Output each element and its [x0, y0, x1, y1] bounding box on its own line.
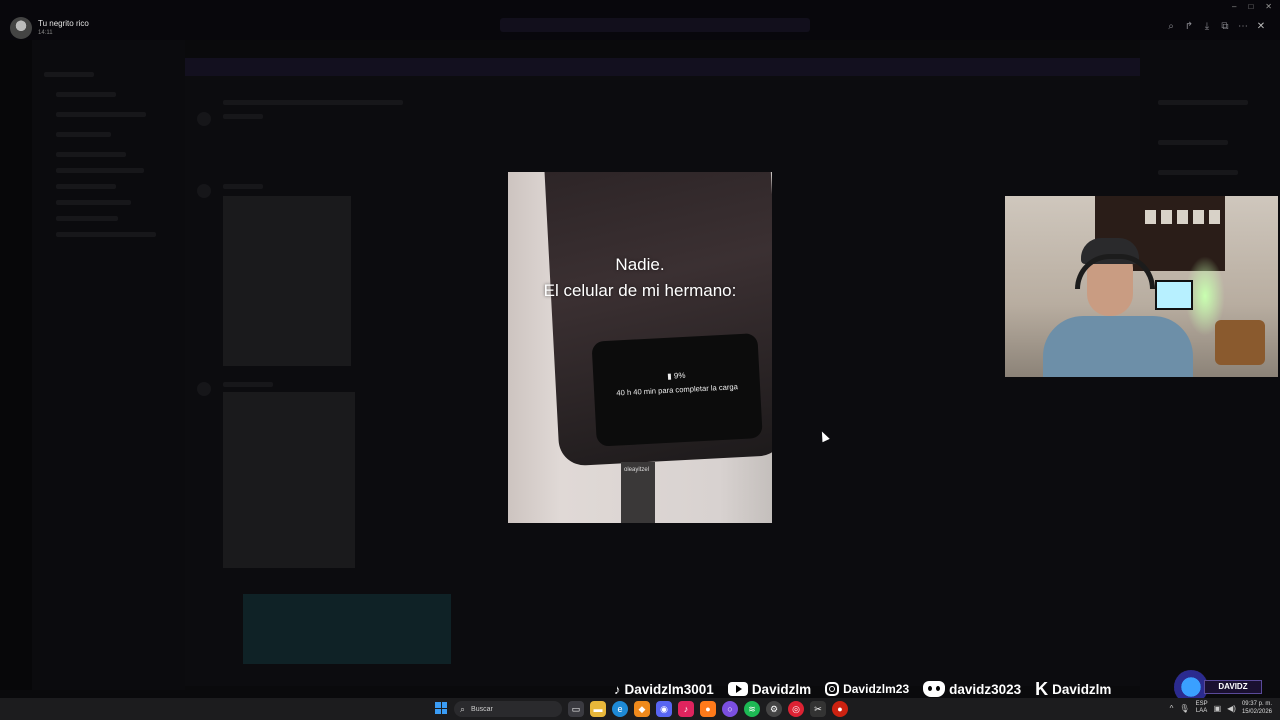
taskbar-apps: ▭ ▬ e ◆ ◉ ♪ ● ○ ≋ ⚙ ◎ ✂ ● — [568, 701, 848, 717]
taskbar: ⌕ Buscar ▭ ▬ e ◆ ◉ ♪ ● ○ ≋ ⚙ ◎ ✂ ● ^ 🎙 E… — [0, 698, 1280, 720]
social-discord: davidz3023 — [923, 681, 1021, 697]
caption-line-2: El celular de mi hermano: — [543, 281, 737, 300]
download-icon[interactable]: ⤓ — [1200, 18, 1214, 36]
kick-handle: Davidzlm — [1052, 681, 1112, 697]
charge-time: 40 h 40 min para completar la carga — [616, 382, 739, 398]
clock-date: 15/02/2026 — [1241, 709, 1272, 715]
avatar[interactable] — [10, 17, 32, 39]
charging-screen: ▮ 9% 40 h 40 min para completar la carga — [591, 333, 763, 447]
network-icon[interactable]: ▣ — [1214, 704, 1222, 713]
server-list — [0, 40, 32, 690]
task-view-icon[interactable]: ▭ — [568, 701, 584, 717]
youtube-icon — [727, 682, 748, 696]
app-gradient-icon[interactable]: ● — [700, 701, 716, 717]
obs-icon[interactable]: ○ — [722, 701, 738, 717]
tiktok-handle: Davidzlm3001 — [624, 681, 714, 697]
title-banner — [500, 18, 810, 32]
social-tiktok: ♪ Davidzlm3001 — [614, 682, 714, 697]
window-close-icon[interactable]: ✕ — [1265, 2, 1272, 11]
capcut-icon[interactable]: ✂ — [810, 701, 826, 717]
instagram-icon — [825, 682, 840, 696]
system-tray: ^ 🎙 ESP LAA ▣ ◀) 09:37 p. m. 15/02/2026 — [1170, 700, 1272, 716]
app-red-icon[interactable]: ◎ — [788, 701, 804, 717]
microphone-icon[interactable]: 🎙 — [1179, 704, 1189, 713]
notification-bar — [185, 58, 1140, 76]
app-orange-icon[interactable]: ◆ — [634, 701, 650, 717]
tiktok-icon: ♪ — [614, 681, 621, 697]
chevron-up-icon[interactable]: ^ — [1170, 704, 1174, 713]
minimize-icon[interactable]: – — [1232, 2, 1236, 11]
open-external-icon[interactable]: ⧉ — [1218, 18, 1232, 36]
file-explorer-icon[interactable]: ▬ — [590, 701, 606, 717]
zoom-icon[interactable]: ⌕ — [1164, 18, 1178, 36]
steam-icon[interactable]: ⚙ — [766, 701, 782, 717]
social-instagram: Davidzlm23 — [825, 682, 909, 696]
media-author: Tu negrito rico 14:11 — [10, 16, 89, 40]
webcam-overlay — [1005, 196, 1278, 377]
maximize-icon[interactable]: □ — [1248, 2, 1253, 11]
watermark: oleayitzel — [624, 467, 650, 473]
close-icon[interactable]: ✕ — [1254, 18, 1268, 36]
social-kick: K Davidzlm — [1035, 679, 1111, 700]
spotify-icon[interactable]: ≋ — [744, 701, 760, 717]
meme-caption: Nadie. El celular de mi hermano: — [508, 252, 772, 304]
phone-image: ▮ 9% 40 h 40 min para completar la carga — [544, 172, 772, 467]
tiktok-app-icon[interactable]: ♪ — [678, 701, 694, 717]
caption-line-1: Nadie. — [615, 255, 665, 274]
more-icon[interactable]: ⋯ — [1236, 18, 1250, 36]
social-handles: ♪ Davidzlm3001 Davidzlm Davidzlm23 david… — [614, 678, 1111, 700]
media-image[interactable]: ▮ 9% 40 h 40 min para completar la carga… — [508, 172, 772, 523]
brand-badge: DAVIDZ — [1204, 680, 1262, 694]
taskbar-search[interactable]: ⌕ Buscar — [454, 701, 562, 717]
edge-icon[interactable]: e — [612, 701, 628, 717]
clock[interactable]: 09:37 p. m. 15/02/2026 — [1242, 700, 1272, 716]
instagram-handle: Davidzlm23 — [843, 682, 910, 696]
discord-handle: davidz3023 — [949, 681, 1022, 697]
viewer-toolbar: ⌕ ↱ ⤓ ⧉ ⋯ ✕ — [1164, 18, 1268, 36]
windows-start-icon[interactable] — [435, 702, 447, 714]
youtube-handle: Davidzlm — [751, 681, 812, 697]
volume-icon[interactable]: ◀) — [1227, 704, 1236, 713]
streamer-body — [1043, 316, 1193, 377]
search-label: Buscar — [471, 705, 493, 713]
chair — [1215, 320, 1265, 365]
message-time: 14:11 — [38, 30, 53, 36]
author-name[interactable]: Tu negrito rico — [38, 19, 89, 29]
social-youtube: Davidzlm — [727, 681, 812, 697]
discord-icon — [923, 681, 946, 697]
kick-icon: K — [1035, 678, 1049, 699]
language-indicator[interactable]: ESP LAA — [1196, 701, 1208, 715]
record-icon[interactable]: ● — [832, 701, 848, 717]
search-icon: ⌕ — [460, 703, 466, 714]
window-controls: – □ ✕ — [1232, 2, 1272, 11]
channel-list — [32, 40, 185, 690]
discord-app-icon[interactable]: ◉ — [656, 701, 672, 717]
monitor — [1155, 280, 1193, 310]
clock-time: 09:37 p. m. — [1241, 701, 1272, 707]
forward-icon[interactable]: ↱ — [1182, 18, 1196, 36]
